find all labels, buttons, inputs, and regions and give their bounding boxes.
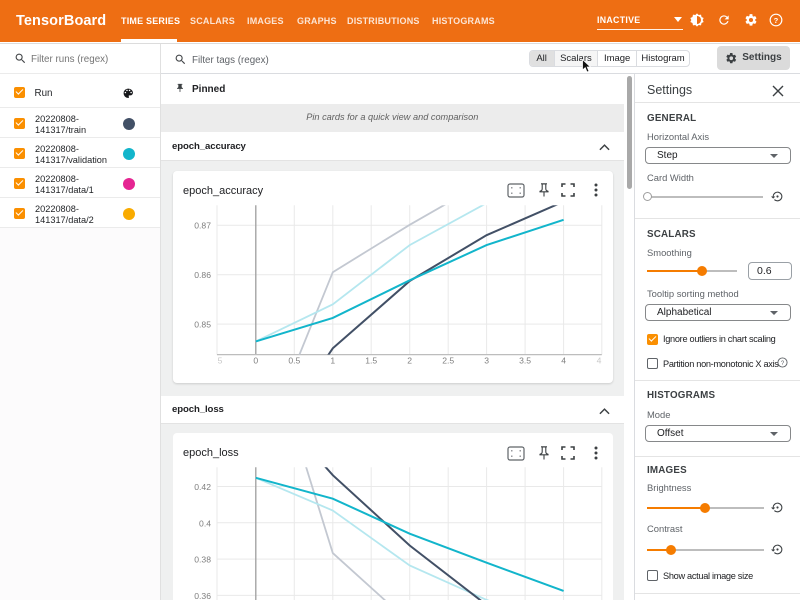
svg-text:?: ? xyxy=(774,16,779,25)
svg-text:0.86: 0.86 xyxy=(194,270,211,280)
svg-text:4: 4 xyxy=(561,355,566,365)
svg-text:0.36: 0.36 xyxy=(194,591,211,600)
svg-text:0.85: 0.85 xyxy=(194,319,211,329)
svg-text:0.42: 0.42 xyxy=(194,482,211,492)
svg-text:3.5: 3.5 xyxy=(519,355,531,365)
svg-text:0.38: 0.38 xyxy=(194,555,211,565)
svg-text:0.4: 0.4 xyxy=(199,518,211,528)
svg-text:3: 3 xyxy=(484,355,489,365)
svg-text:0.5: 0.5 xyxy=(288,355,300,365)
svg-text:4: 4 xyxy=(596,355,601,365)
svg-text:1: 1 xyxy=(330,355,335,365)
svg-text:?: ? xyxy=(781,361,785,367)
svg-text:0: 0 xyxy=(253,355,258,365)
svg-text:2: 2 xyxy=(407,355,412,365)
svg-text:5: 5 xyxy=(217,355,222,365)
svg-text:0.87: 0.87 xyxy=(194,220,211,230)
svg-text:2.5: 2.5 xyxy=(442,355,454,365)
svg-text:1.5: 1.5 xyxy=(365,355,377,365)
